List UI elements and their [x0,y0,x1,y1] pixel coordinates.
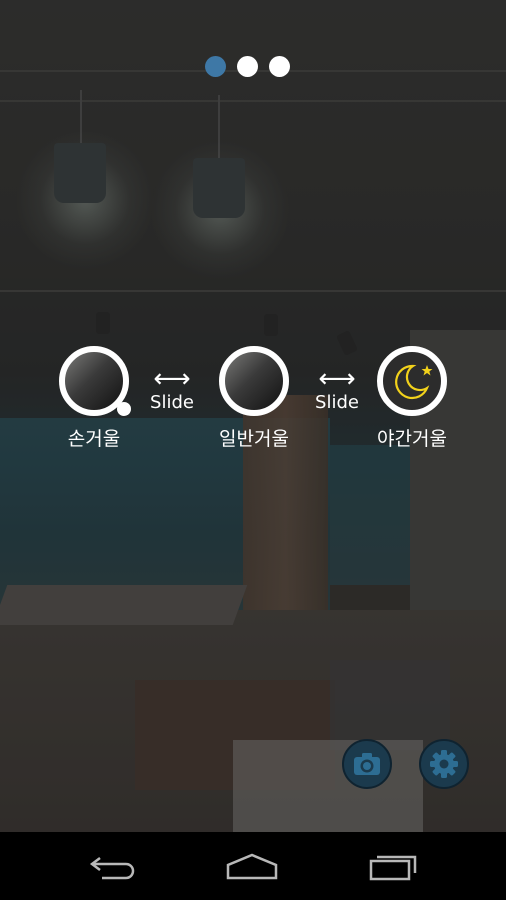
home-button[interactable] [222,846,282,886]
mode-hand-mirror[interactable]: 손거울 [34,346,154,451]
page-indicator [205,56,290,77]
double-arrow-icon: ⟷ [153,364,191,394]
page-dot-active[interactable] [205,56,226,77]
mode-label: 손거울 [67,428,121,450]
night-mirror-icon [377,346,447,416]
home-icon [226,853,278,880]
mode-label: 일반거울 [219,428,289,450]
back-icon [89,857,135,880]
hand-mirror-icon [59,346,131,416]
gear-icon [430,750,458,778]
slide-hint: ⟷ Slide [142,364,202,413]
recents-icon [369,855,417,881]
page-dot[interactable] [237,56,258,77]
moon-icon [395,364,433,400]
page-dot[interactable] [269,56,290,77]
mode-label: 야간거울 [377,428,447,450]
recents-button[interactable] [364,846,424,886]
camera-icon [354,753,380,775]
back-button[interactable] [82,846,142,886]
navigation-bar [0,832,506,900]
camera-button[interactable] [342,739,392,789]
slide-text: Slide [150,392,194,413]
mode-night-mirror[interactable]: 야간거울 [352,346,472,451]
mirror-icon [219,346,289,416]
mode-normal-mirror[interactable]: 일반거울 [194,346,314,451]
settings-button[interactable] [419,739,469,789]
camera-preview: 손거울 ⟷ Slide 일반거울 ⟷ Slide 야간거울 [0,0,506,832]
